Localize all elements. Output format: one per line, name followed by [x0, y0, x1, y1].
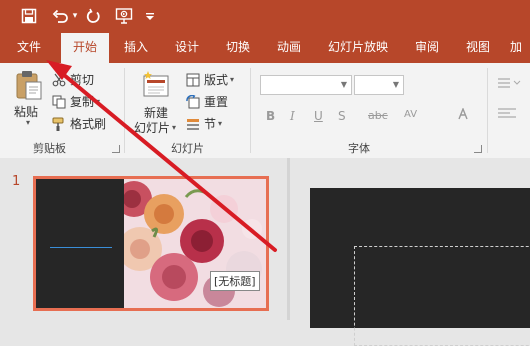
annotation-arrow — [46, 60, 277, 252]
